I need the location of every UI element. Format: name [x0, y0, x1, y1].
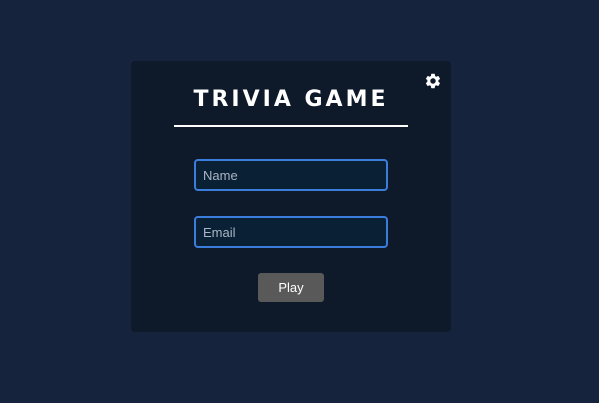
page-title: Trivia Game: [193, 87, 389, 112]
trivia-card: Trivia Game Play: [131, 61, 451, 332]
title-divider: [174, 125, 408, 127]
email-field[interactable]: [194, 216, 388, 248]
name-field[interactable]: [194, 159, 388, 191]
play-button[interactable]: Play: [258, 273, 324, 302]
